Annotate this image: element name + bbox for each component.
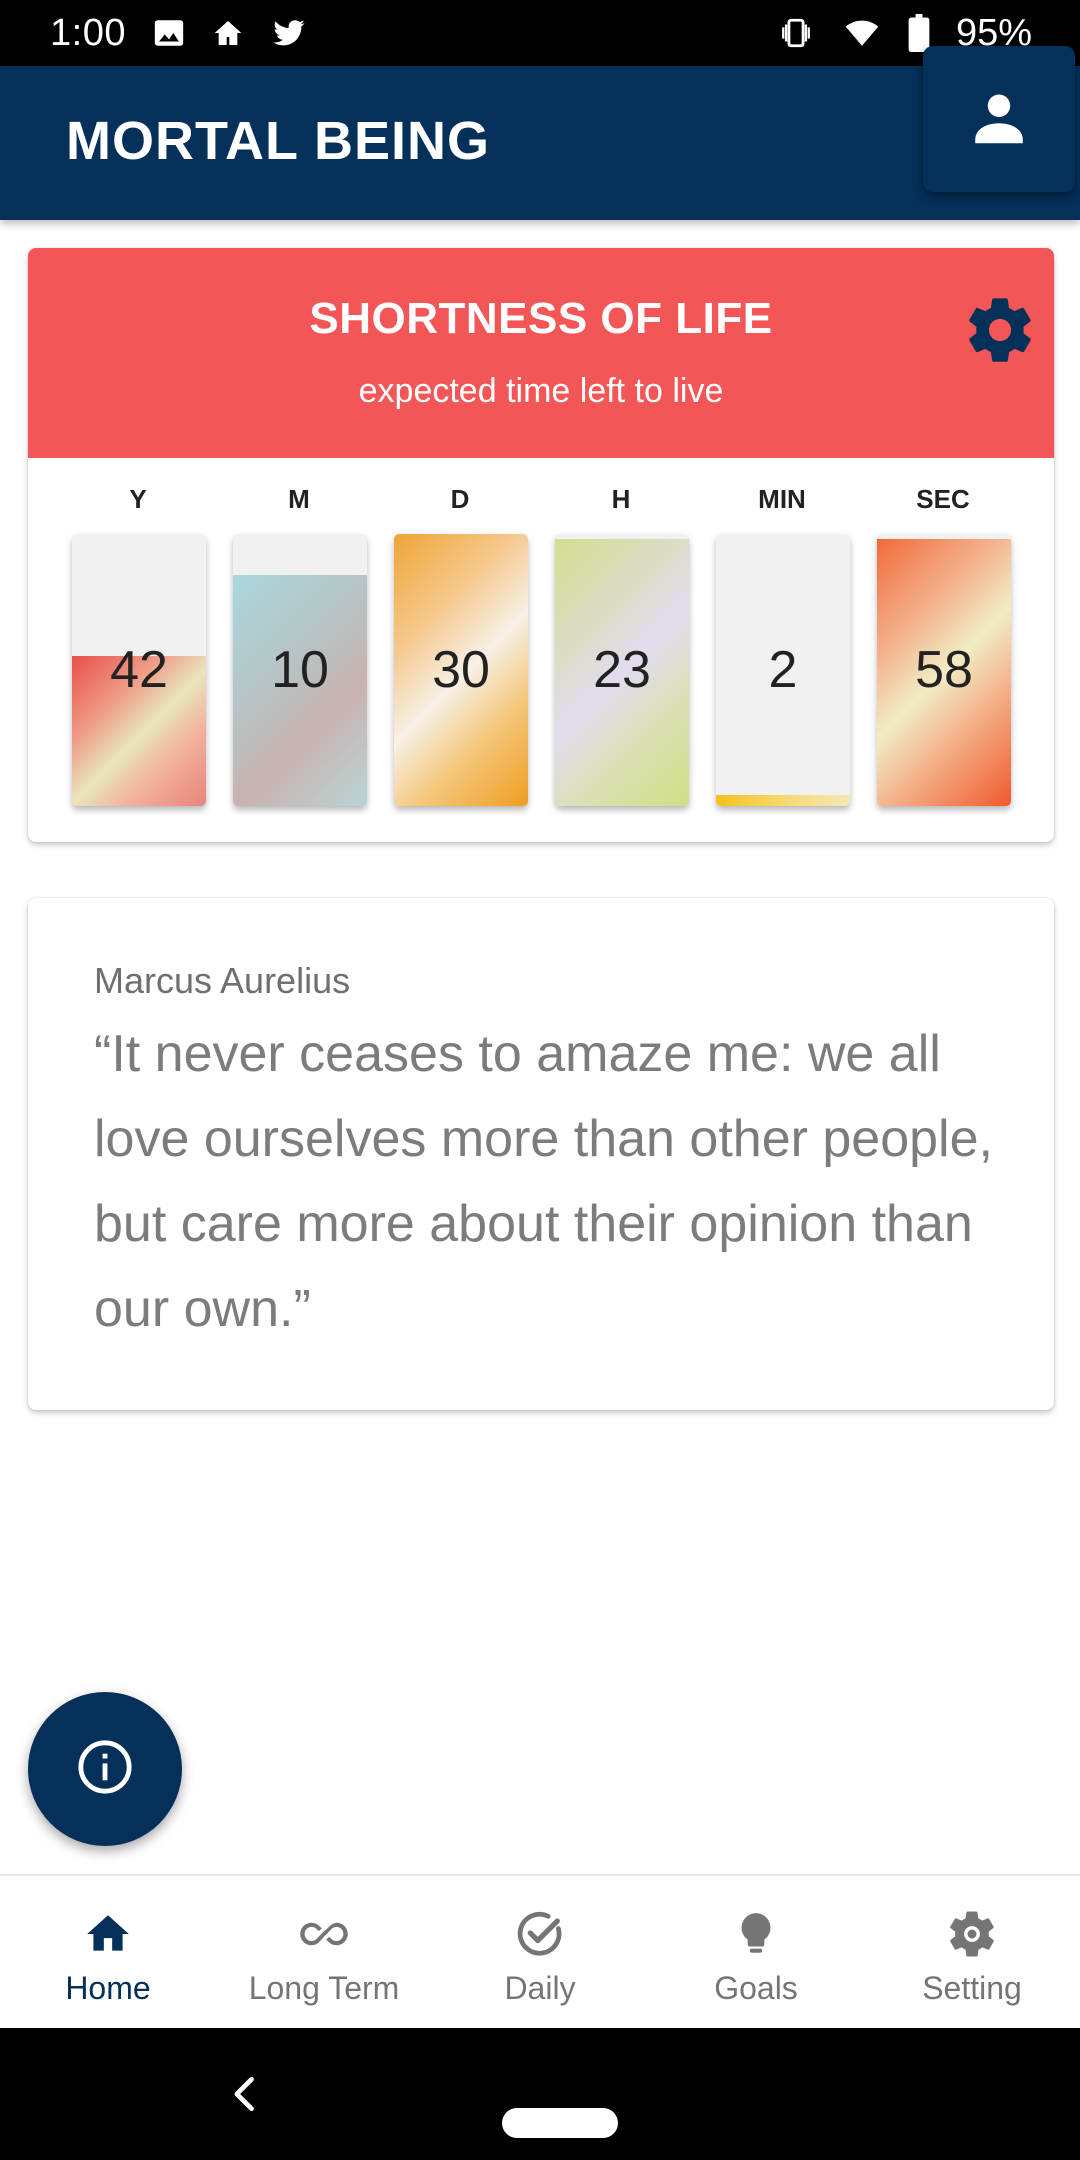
seconds-value: 58 <box>915 641 973 699</box>
seconds-tile: 58 <box>877 534 1011 806</box>
gear-icon <box>962 292 1038 373</box>
infinity-icon <box>297 1906 351 1962</box>
hours-value: 23 <box>593 641 651 699</box>
battery-icon <box>908 14 930 52</box>
months-value: 10 <box>271 641 329 699</box>
unit-label-seconds: SEC <box>916 484 970 514</box>
nav-home[interactable]: Home <box>0 1876 216 2028</box>
app-bar: MORTAL BEING <box>0 66 1080 220</box>
bottom-navigation: Home Long Term Daily Goals Setting <box>0 1874 1080 2028</box>
minutes-value: 2 <box>768 641 798 699</box>
nav-label-long-term: Long Term <box>248 1970 400 2006</box>
wifi-icon <box>842 16 882 50</box>
unit-label-days: D <box>450 484 470 514</box>
nav-setting[interactable]: Setting <box>864 1876 1080 2028</box>
home-icon <box>212 17 244 49</box>
system-navigation-bar <box>0 2028 1080 2160</box>
vibrate-icon <box>776 16 816 50</box>
status-left: 1:00 <box>50 12 308 55</box>
quote-text: “It never ceases to amaze me: we all lov… <box>94 1025 993 1338</box>
lightbulb-icon <box>731 1906 781 1962</box>
life-countdown-card: SHORTNESS OF LIFE expected time left to … <box>28 248 1054 842</box>
days-tile: 30 <box>394 534 528 806</box>
hours-tile: 23 <box>555 534 689 806</box>
countdown-settings-button[interactable] <box>958 290 1042 374</box>
years-value: 42 <box>110 641 168 699</box>
days-value: 30 <box>432 641 490 699</box>
nav-label-goals: Goals <box>714 1970 798 2006</box>
home-pill[interactable] <box>502 2108 618 2138</box>
check-circle-icon <box>514 1906 566 1962</box>
quote-author: Marcus Aurelius <box>94 960 351 1001</box>
nav-label-home: Home <box>65 1970 151 2006</box>
months-tile: 10 <box>233 534 367 806</box>
nav-label-daily: Daily <box>504 1970 576 2006</box>
unit-label-years: Y <box>129 484 147 514</box>
status-bar: 1:00 95% <box>0 0 1080 66</box>
info-icon <box>76 1738 134 1801</box>
person-icon <box>969 87 1029 152</box>
unit-label-months: M <box>288 484 310 514</box>
unit-label-hours: H <box>611 484 631 514</box>
nav-long-term[interactable]: Long Term <box>216 1876 432 2028</box>
back-button[interactable] <box>224 2072 268 2116</box>
nav-goals[interactable]: Goals <box>648 1876 864 2028</box>
life-card-title: SHORTNESS OF LIFE <box>309 294 773 343</box>
life-card-subtitle: expected time left to live <box>358 372 724 410</box>
twitter-icon <box>270 16 308 50</box>
info-fab[interactable] <box>28 1692 182 1846</box>
home-icon <box>83 1906 133 1962</box>
profile-button[interactable] <box>923 46 1075 192</box>
minutes-tile: 2 <box>716 534 850 806</box>
nav-label-setting: Setting <box>922 1970 1022 2006</box>
image-icon <box>152 16 186 50</box>
app-title: MORTAL BEING <box>66 111 490 171</box>
nav-daily[interactable]: Daily <box>432 1876 648 2028</box>
years-tile: 42 <box>72 534 206 806</box>
quote-card: Marcus Aurelius “It never ceases to amaz… <box>28 898 1054 1410</box>
settings-gear-icon <box>945 1906 999 1962</box>
status-time: 1:00 <box>50 11 126 54</box>
screen: 1:00 95% MORTAL BEING SHORTNESS OF LIFE … <box>0 0 1080 2160</box>
unit-label-minutes: MIN <box>758 484 806 514</box>
life-card-header: SHORTNESS OF LIFE expected time left to … <box>28 248 1054 458</box>
